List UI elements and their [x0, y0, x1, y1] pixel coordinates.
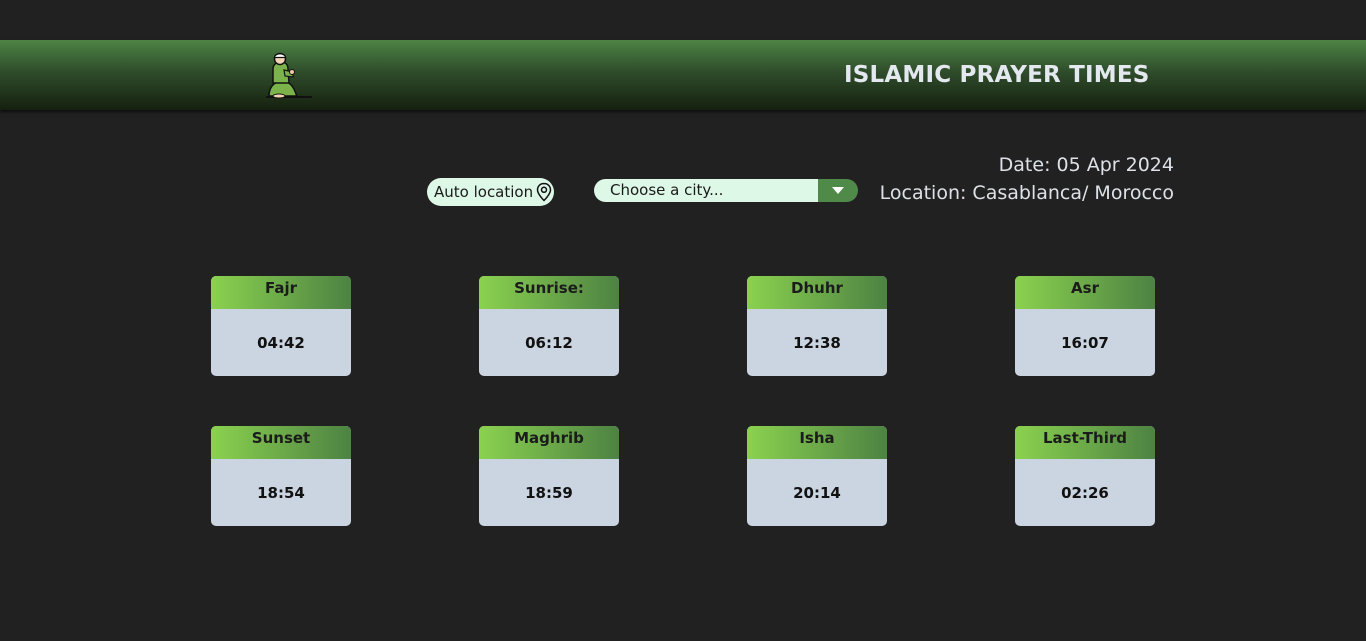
- prayer-name: Maghrib: [479, 426, 619, 459]
- prayer-card-last-third: Last-Third 02:26: [1015, 426, 1155, 526]
- prayer-name: Sunset: [211, 426, 351, 459]
- prayer-time: 06:12: [525, 334, 573, 352]
- city-select-value[interactable]: Choose a city...: [594, 179, 818, 202]
- prayer-time: 18:54: [257, 484, 305, 502]
- prayer-time: 16:07: [1061, 334, 1109, 352]
- prayer-card-asr: Asr 16:07: [1015, 276, 1155, 376]
- prayer-name: Fajr: [211, 276, 351, 309]
- prayer-name: Sunrise:: [479, 276, 619, 309]
- app-header: ISLAMIC PRAYER TIMES: [0, 40, 1366, 110]
- city-select[interactable]: Choose a city...: [594, 179, 858, 202]
- auto-location-label: Auto location: [434, 183, 534, 201]
- praying-man-icon: [266, 52, 312, 99]
- app-title: ISLAMIC PRAYER TIMES: [844, 62, 1150, 88]
- prayer-card-dhuhr: Dhuhr 12:38: [747, 276, 887, 376]
- prayer-card-sunset: Sunset 18:54: [211, 426, 351, 526]
- prayer-name: Dhuhr: [747, 276, 887, 309]
- date-label: Date: 05 Apr 2024: [998, 154, 1174, 176]
- prayer-time: 18:59: [525, 484, 573, 502]
- prayer-card-fajr: Fajr 04:42: [211, 276, 351, 376]
- app-root: ISLAMIC PRAYER TIMES Auto location Choos…: [0, 0, 1366, 641]
- auto-location-button[interactable]: Auto location: [427, 178, 554, 206]
- prayer-card-isha: Isha 20:14: [747, 426, 887, 526]
- prayer-time: 04:42: [257, 334, 305, 352]
- prayer-name: Isha: [747, 426, 887, 459]
- map-pin-icon: [536, 182, 552, 202]
- prayer-name: Asr: [1015, 276, 1155, 309]
- prayer-name: Last-Third: [1015, 426, 1155, 459]
- city-dropdown-toggle[interactable]: [818, 179, 858, 202]
- date-location-info: Date: 05 Apr 2024 Location: Casablanca/ …: [880, 151, 1174, 207]
- prayer-card-maghrib: Maghrib 18:59: [479, 426, 619, 526]
- prayer-time: 20:14: [793, 484, 841, 502]
- prayer-time: 02:26: [1061, 484, 1109, 502]
- caret-down-icon: [832, 187, 844, 194]
- prayer-card-sunrise: Sunrise: 06:12: [479, 276, 619, 376]
- prayer-time: 12:38: [793, 334, 841, 352]
- location-label: Location: Casablanca/ Morocco: [879, 182, 1174, 204]
